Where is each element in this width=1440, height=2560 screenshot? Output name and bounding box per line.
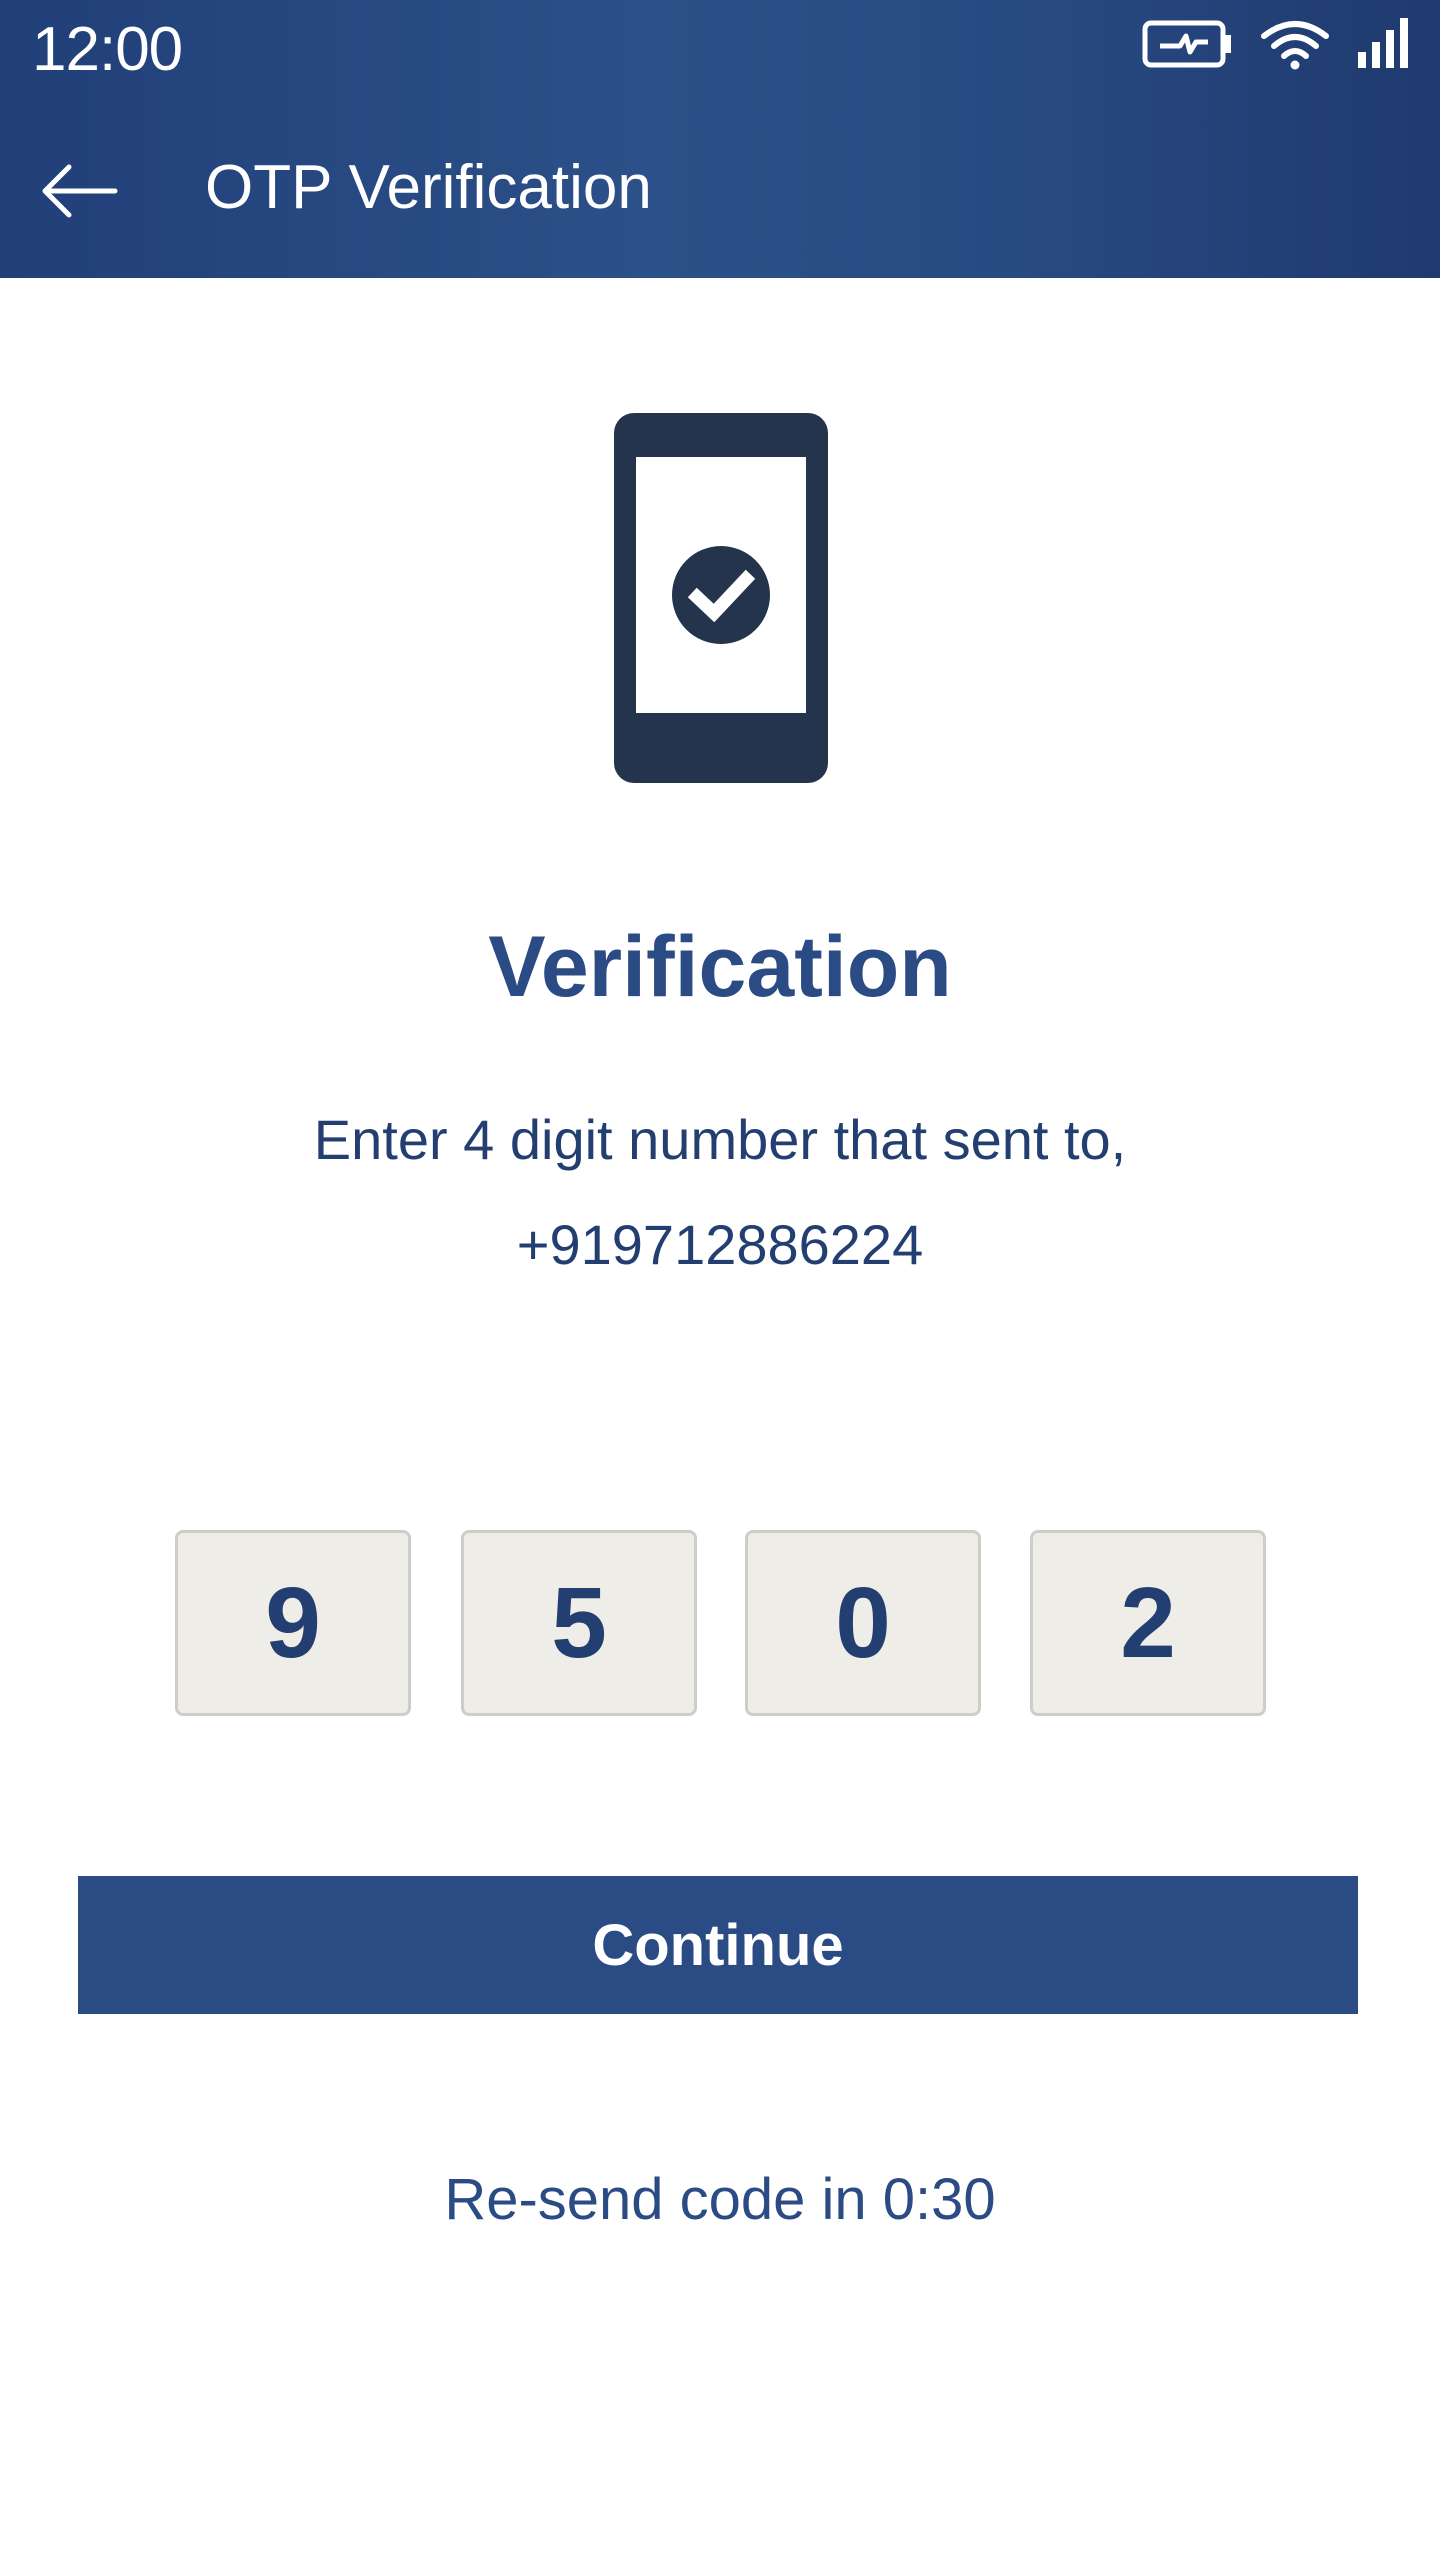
otp-digit-1[interactable]: 9 <box>175 1530 411 1716</box>
resend-code-link[interactable]: Re-send code in 0:30 <box>0 2163 1440 2237</box>
battery-charging-icon <box>1142 20 1231 68</box>
otp-input-group: 9 5 0 2 <box>175 1530 1269 1718</box>
otp-digit-2[interactable]: 5 <box>461 1530 697 1716</box>
screen-title: OTP Verification <box>205 153 652 222</box>
wifi-icon <box>1261 21 1329 70</box>
otp-verification-screen: 12:00 OTP Verification Verification Ente… <box>0 0 1440 2560</box>
signal-icon <box>1358 18 1408 68</box>
phone-number: +919712886224 <box>516 1213 924 1276</box>
phone-check-icon <box>614 413 828 783</box>
continue-button[interactable]: Continue <box>78 1876 1358 2014</box>
page-heading: Verification <box>488 919 952 1015</box>
otp-digit-3[interactable]: 0 <box>745 1530 981 1716</box>
otp-digit-4[interactable]: 2 <box>1030 1530 1266 1716</box>
status-icons <box>1142 14 1410 74</box>
instruction-text: Enter 4 digit number that sent to, <box>313 1108 1127 1171</box>
back-button[interactable] <box>34 146 124 236</box>
app-header: 12:00 OTP Verification <box>0 0 1440 278</box>
status-time: 12:00 <box>32 15 183 84</box>
arrow-left-icon <box>42 164 118 218</box>
